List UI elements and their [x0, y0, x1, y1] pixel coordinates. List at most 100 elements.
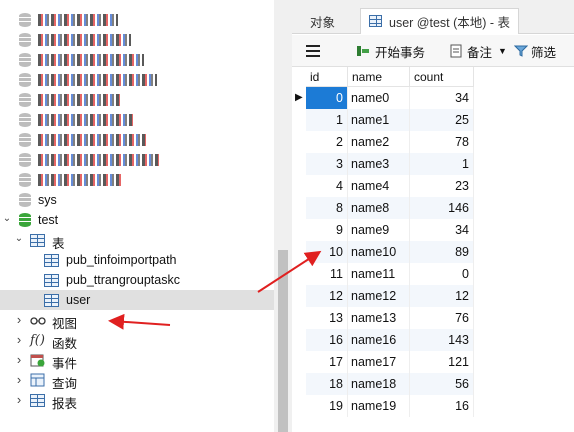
- cell-name[interactable]: name1: [348, 109, 410, 131]
- cell-count[interactable]: 146: [410, 197, 474, 219]
- cell-count[interactable]: 0: [410, 263, 474, 285]
- navigator-scrollbar[interactable]: [274, 0, 292, 432]
- chevron-right-icon[interactable]: ›: [14, 372, 24, 387]
- row-indicator[interactable]: [292, 153, 306, 175]
- chevron-down-icon[interactable]: ⌄: [14, 233, 24, 244]
- row-indicator[interactable]: [292, 351, 306, 373]
- cell-name[interactable]: name9: [348, 219, 410, 241]
- cell-id[interactable]: 19: [306, 395, 348, 417]
- cell-name[interactable]: name3: [348, 153, 410, 175]
- table-row[interactable]: 1 name1 25: [292, 109, 474, 131]
- nav-item[interactable]: [0, 50, 274, 70]
- note-button[interactable]: 备注 ▼: [450, 41, 507, 61]
- cell-id[interactable]: 18: [306, 373, 348, 395]
- nav-item[interactable]: [0, 70, 274, 90]
- row-indicator[interactable]: [292, 263, 306, 285]
- cell-name[interactable]: name16: [348, 329, 410, 351]
- row-indicator[interactable]: [292, 373, 306, 395]
- cell-id[interactable]: 10: [306, 241, 348, 263]
- nav-item[interactable]: pub_ttrangrouptaskc: [0, 270, 274, 290]
- nav-item[interactable]: [0, 30, 274, 50]
- table-row[interactable]: 13 name13 76: [292, 307, 474, 329]
- row-indicator[interactable]: [292, 241, 306, 263]
- cell-count[interactable]: 56: [410, 373, 474, 395]
- table-row[interactable]: 2 name2 78: [292, 131, 474, 153]
- cell-count[interactable]: 78: [410, 131, 474, 153]
- cell-id[interactable]: 1: [306, 109, 348, 131]
- cell-id[interactable]: 17: [306, 351, 348, 373]
- chevron-right-icon[interactable]: ›: [14, 312, 24, 327]
- row-indicator[interactable]: ▶: [292, 87, 306, 109]
- cell-count[interactable]: 12: [410, 285, 474, 307]
- cell-name[interactable]: name2: [348, 131, 410, 153]
- menu-button[interactable]: [306, 41, 320, 61]
- nav-item[interactable]: › 查询: [0, 370, 274, 392]
- row-indicator[interactable]: [292, 175, 306, 197]
- nav-item[interactable]: [0, 170, 274, 190]
- nav-item[interactable]: ⌄ test: [0, 210, 274, 230]
- cell-count[interactable]: 143: [410, 329, 474, 351]
- cell-name[interactable]: name10: [348, 241, 410, 263]
- nav-item[interactable]: [0, 10, 274, 30]
- tab-user-table[interactable]: user @test (本地) - 表: [360, 8, 520, 34]
- nav-item[interactable]: sys: [0, 190, 274, 210]
- table-row[interactable]: 11 name11 0: [292, 263, 474, 285]
- table-row[interactable]: 8 name8 146: [292, 197, 474, 219]
- cell-count[interactable]: 121: [410, 351, 474, 373]
- table-row[interactable]: 17 name17 121: [292, 351, 474, 373]
- cell-count[interactable]: 34: [410, 219, 474, 241]
- nav-item[interactable]: › f() 函数: [0, 330, 274, 352]
- cell-id[interactable]: 2: [306, 131, 348, 153]
- cell-id[interactable]: 13: [306, 307, 348, 329]
- cell-id[interactable]: 11: [306, 263, 348, 285]
- column-header[interactable]: name: [348, 67, 410, 87]
- cell-name[interactable]: name8: [348, 197, 410, 219]
- table-row[interactable]: 10 name10 89: [292, 241, 474, 263]
- nav-item[interactable]: › 视图: [0, 310, 274, 332]
- column-header[interactable]: id: [306, 67, 348, 87]
- filter-button[interactable]: 筛选: [513, 41, 556, 61]
- table-row[interactable]: 19 name19 16: [292, 395, 474, 417]
- nav-item[interactable]: › 事件: [0, 350, 274, 372]
- table-row[interactable]: 12 name12 12: [292, 285, 474, 307]
- chevron-right-icon[interactable]: ›: [14, 332, 24, 347]
- cell-count[interactable]: 23: [410, 175, 474, 197]
- cell-id[interactable]: 4: [306, 175, 348, 197]
- column-header[interactable]: count: [410, 67, 474, 87]
- nav-item[interactable]: ⌄ 表: [0, 230, 274, 252]
- nav-item[interactable]: › 报表: [0, 390, 274, 412]
- chevron-down-icon[interactable]: ⌄: [2, 213, 12, 224]
- cell-name[interactable]: name12: [348, 285, 410, 307]
- begin-transaction-button[interactable]: 开始事务: [356, 41, 425, 61]
- cell-name[interactable]: name0: [348, 87, 410, 109]
- table-row[interactable]: 16 name16 143: [292, 329, 474, 351]
- nav-item[interactable]: pub_tinfoimportpath: [0, 250, 274, 270]
- cell-count[interactable]: 76: [410, 307, 474, 329]
- cell-name[interactable]: name4: [348, 175, 410, 197]
- cell-id[interactable]: 3: [306, 153, 348, 175]
- table-row[interactable]: 9 name9 34: [292, 219, 474, 241]
- chevron-down-icon[interactable]: ▼: [498, 46, 507, 56]
- table-row[interactable]: 18 name18 56: [292, 373, 474, 395]
- nav-item[interactable]: [0, 90, 274, 110]
- cell-name[interactable]: name17: [348, 351, 410, 373]
- cell-id[interactable]: 12: [306, 285, 348, 307]
- cell-name[interactable]: name18: [348, 373, 410, 395]
- chevron-right-icon[interactable]: ›: [14, 352, 24, 367]
- row-indicator[interactable]: [292, 285, 306, 307]
- cell-count[interactable]: 34: [410, 87, 474, 109]
- row-indicator[interactable]: [292, 109, 306, 131]
- cell-name[interactable]: name13: [348, 307, 410, 329]
- nav-item[interactable]: [0, 150, 274, 170]
- scrollbar-thumb[interactable]: [278, 250, 288, 432]
- row-indicator[interactable]: [292, 197, 306, 219]
- chevron-right-icon[interactable]: ›: [14, 392, 24, 407]
- cell-id[interactable]: 8: [306, 197, 348, 219]
- cell-count[interactable]: 25: [410, 109, 474, 131]
- cell-name[interactable]: name11: [348, 263, 410, 285]
- cell-id[interactable]: 16: [306, 329, 348, 351]
- row-indicator[interactable]: [292, 219, 306, 241]
- cell-count[interactable]: 16: [410, 395, 474, 417]
- table-row[interactable]: 4 name4 23: [292, 175, 474, 197]
- cell-id[interactable]: 0: [306, 87, 348, 109]
